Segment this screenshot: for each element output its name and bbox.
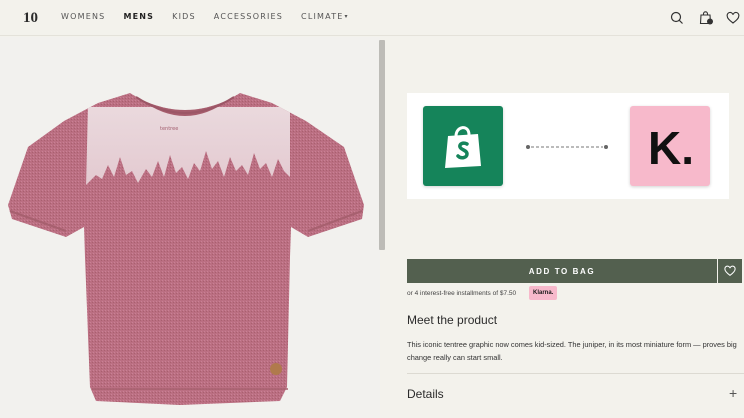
product-page: 10 WOMENS MENS KIDS ACCESSORIES CLIMATE▾ [0,0,744,418]
payment-integration-banner: K. [407,93,729,199]
chevron-down-icon: ▾ [344,13,349,20]
connector-line [526,145,608,149]
nav-womens[interactable]: WOMENS [61,12,105,21]
details-accordion[interactable]: Details [407,387,444,401]
svg-text:K.: K. [648,122,694,174]
main-nav: WOMENS MENS KIDS ACCESSORIES CLIMATE▾ [61,12,367,21]
svg-text:10: 10 [23,10,38,26]
product-image[interactable]: tentree [0,37,380,418]
image-scrollbar[interactable] [379,40,385,250]
shopify-logo [423,106,503,186]
product-details-panel: K. ADD TO BAG or 4 interest-free install… [386,37,744,418]
neck-label-text: tentree [160,126,178,132]
wishlist-button[interactable] [717,259,742,283]
product-description: This iconic tentree graphic now comes ki… [407,340,737,362]
tshirt-image: tentree [8,93,364,405]
nav-climate[interactable]: CLIMATE▾ [301,12,349,21]
meet-product-heading: Meet the product [407,313,498,327]
installments-text: or 4 interest-free installments of $7.50 [407,290,517,297]
nav-accessories[interactable]: ACCESSORIES [214,12,283,21]
heart-icon [724,265,736,277]
klarna-badge[interactable]: Klarna. [529,286,558,300]
brand-logo[interactable]: 10 [22,8,44,26]
nav-climate-label: CLIMATE [301,12,344,21]
section-divider [407,373,744,374]
shopify-bag-icon [445,126,481,168]
nav-kids[interactable]: KIDS [172,12,196,21]
plus-icon[interactable]: + [729,385,737,401]
wishlist-heart-icon[interactable] [725,10,741,26]
site-header: 10 WOMENS MENS KIDS ACCESSORIES CLIMATE▾ [0,0,744,36]
add-to-bag-button[interactable]: ADD TO BAG [407,259,717,283]
nav-mens[interactable]: MENS [123,12,154,21]
bag-icon[interactable] [698,10,714,26]
search-icon[interactable] [669,10,685,26]
klarna-logo: K. [630,106,710,186]
